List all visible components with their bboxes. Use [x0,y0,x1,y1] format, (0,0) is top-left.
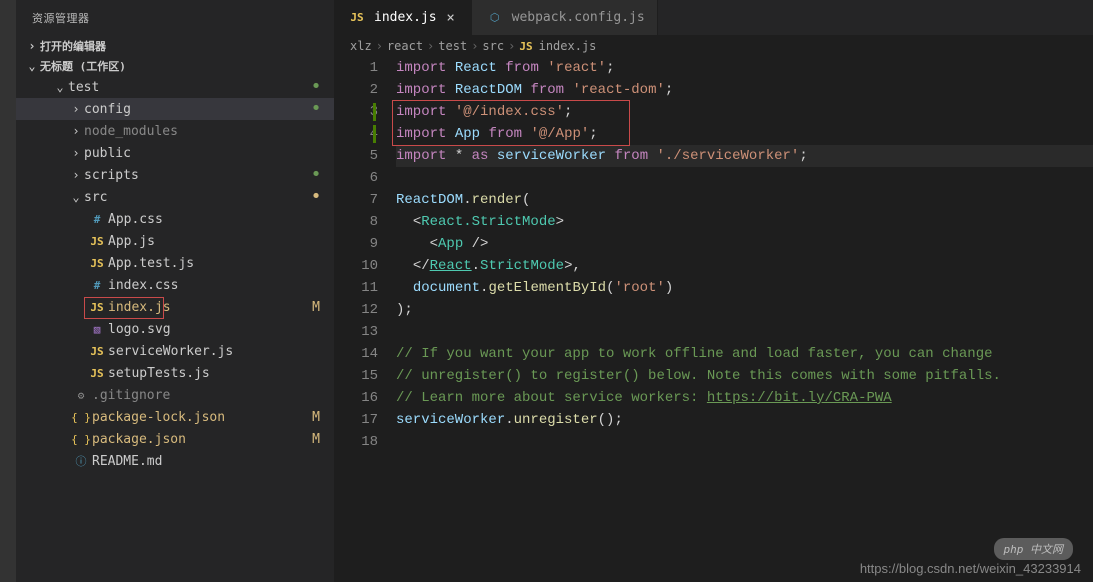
folder-label: scripts [84,168,306,183]
folder-label: test [68,80,306,95]
file-package-lock-json[interactable]: { } package-lock.json M [16,406,334,428]
folder-label: public [84,146,306,161]
file-label: index.css [108,278,306,293]
file-label: .gitignore [92,388,306,403]
line-gutter: 1 2 3 4 5 6 7 8 9 10 11 12 13 14 15 16 1… [334,57,396,582]
editor-tabs: JS index.js × ⬡ webpack.config.js [334,0,1093,35]
explorer-sidebar: 资源管理器 › 打开的编辑器 ⌄ 无标题 (工作区) ⌄ test • › co… [16,0,334,582]
folder-label: node_modules [84,124,306,139]
activity-bar[interactable] [0,0,16,582]
tab-index-js[interactable]: JS index.js × [334,0,472,35]
chevron-right-icon: › [471,39,478,53]
folder-node-modules[interactable]: › node_modules [16,120,334,142]
json-icon: { } [70,433,92,446]
file-label: package-lock.json [92,410,306,425]
chevron-down-icon: ⌄ [52,80,68,94]
crumb[interactable]: react [387,39,423,53]
file-setup-tests-js[interactable]: JS setupTests.js [16,362,334,384]
chevron-right-icon: › [68,124,84,138]
dirty-dot-icon: • [306,170,326,180]
watermark: https://blog.csdn.net/weixin_43233914 [860,561,1081,576]
tab-label: webpack.config.js [512,10,645,25]
php-badge: php 中文网 [994,538,1074,560]
js-icon: JS [86,345,108,358]
folder-src[interactable]: ⌄ src • [16,186,334,208]
file-service-worker-js[interactable]: JS serviceWorker.js [16,340,334,362]
dirty-dot-icon: • [306,82,326,92]
chevron-right-icon: › [68,102,84,116]
file-label: App.js [108,234,306,249]
folder-test[interactable]: ⌄ test • [16,76,334,98]
file-app-css[interactable]: # App.css [16,208,334,230]
crumb[interactable]: xlz [350,39,372,53]
folder-config[interactable]: › config • [16,98,334,120]
section-workspace[interactable]: ⌄ 无标题 (工作区) [16,56,334,76]
file-label: App.css [108,212,306,227]
editor-main: JS index.js × ⬡ webpack.config.js xlz › … [334,0,1093,582]
chevron-right-icon: › [24,39,40,53]
modified-badge: M [306,300,326,315]
close-icon[interactable]: × [443,10,459,26]
chevron-down-icon: ⌄ [24,59,40,73]
tab-label: index.js [374,10,437,25]
file-label: serviceWorker.js [108,344,306,359]
dirty-dot-icon: • [306,104,326,114]
file-app-test-js[interactable]: JS App.test.js [16,252,334,274]
tab-webpack-config[interactable]: ⬡ webpack.config.js [472,0,658,35]
crumb[interactable]: test [438,39,467,53]
file-index-js[interactable]: JS index.js M [16,296,334,318]
file-label: package.json [92,432,306,447]
file-tree[interactable]: ⌄ test • › config • › node_modules › pub… [16,76,334,582]
file-readme-md[interactable]: ⓘ README.md [16,450,334,472]
chevron-right-icon: › [376,39,383,53]
chevron-right-icon: › [508,39,515,53]
chevron-right-icon: › [427,39,434,53]
css-icon: # [86,279,108,292]
chevron-right-icon: › [68,146,84,160]
js-icon: JS [86,301,108,314]
breadcrumbs[interactable]: xlz › react › test › src › JS index.js [334,35,1093,57]
crumb[interactable]: index.js [539,39,597,53]
dirty-dot-icon: • [306,192,326,202]
folder-label: config [84,102,306,117]
chevron-right-icon: › [68,168,84,182]
git-icon: ⚙ [70,389,92,402]
folder-scripts[interactable]: › scripts • [16,164,334,186]
info-icon: ⓘ [70,453,92,469]
webpack-icon: ⬡ [484,11,506,24]
crumb[interactable]: src [482,39,504,53]
folder-public[interactable]: › public [16,142,334,164]
section-label: 无标题 (工作区) [40,58,126,74]
js-icon: JS [519,40,532,53]
file-label: logo.svg [108,322,306,337]
modified-badge: M [306,410,326,425]
file-logo-svg[interactable]: ▧ logo.svg [16,318,334,340]
section-open-editors[interactable]: › 打开的编辑器 [16,36,334,56]
folder-label: src [84,190,306,205]
file-label: App.test.js [108,256,306,271]
code-content[interactable]: import React from 'react'; import ReactD… [396,57,1093,582]
css-icon: # [86,213,108,226]
svg-icon: ▧ [86,323,108,336]
file-label: index.js [108,300,306,315]
file-gitignore[interactable]: ⚙ .gitignore [16,384,334,406]
modified-badge: M [306,432,326,447]
file-app-js[interactable]: JS App.js [16,230,334,252]
js-icon: JS [86,367,108,380]
js-icon: JS [86,257,108,270]
sidebar-title: 资源管理器 [16,0,334,36]
file-index-css[interactable]: # index.css [16,274,334,296]
chevron-down-icon: ⌄ [68,190,84,204]
file-label: setupTests.js [108,366,306,381]
section-label: 打开的编辑器 [40,38,106,54]
code-editor[interactable]: 1 2 3 4 5 6 7 8 9 10 11 12 13 14 15 16 1… [334,57,1093,582]
js-icon: JS [86,235,108,248]
file-package-json[interactable]: { } package.json M [16,428,334,450]
js-icon: JS [346,11,368,24]
file-label: README.md [92,454,306,469]
json-icon: { } [70,411,92,424]
